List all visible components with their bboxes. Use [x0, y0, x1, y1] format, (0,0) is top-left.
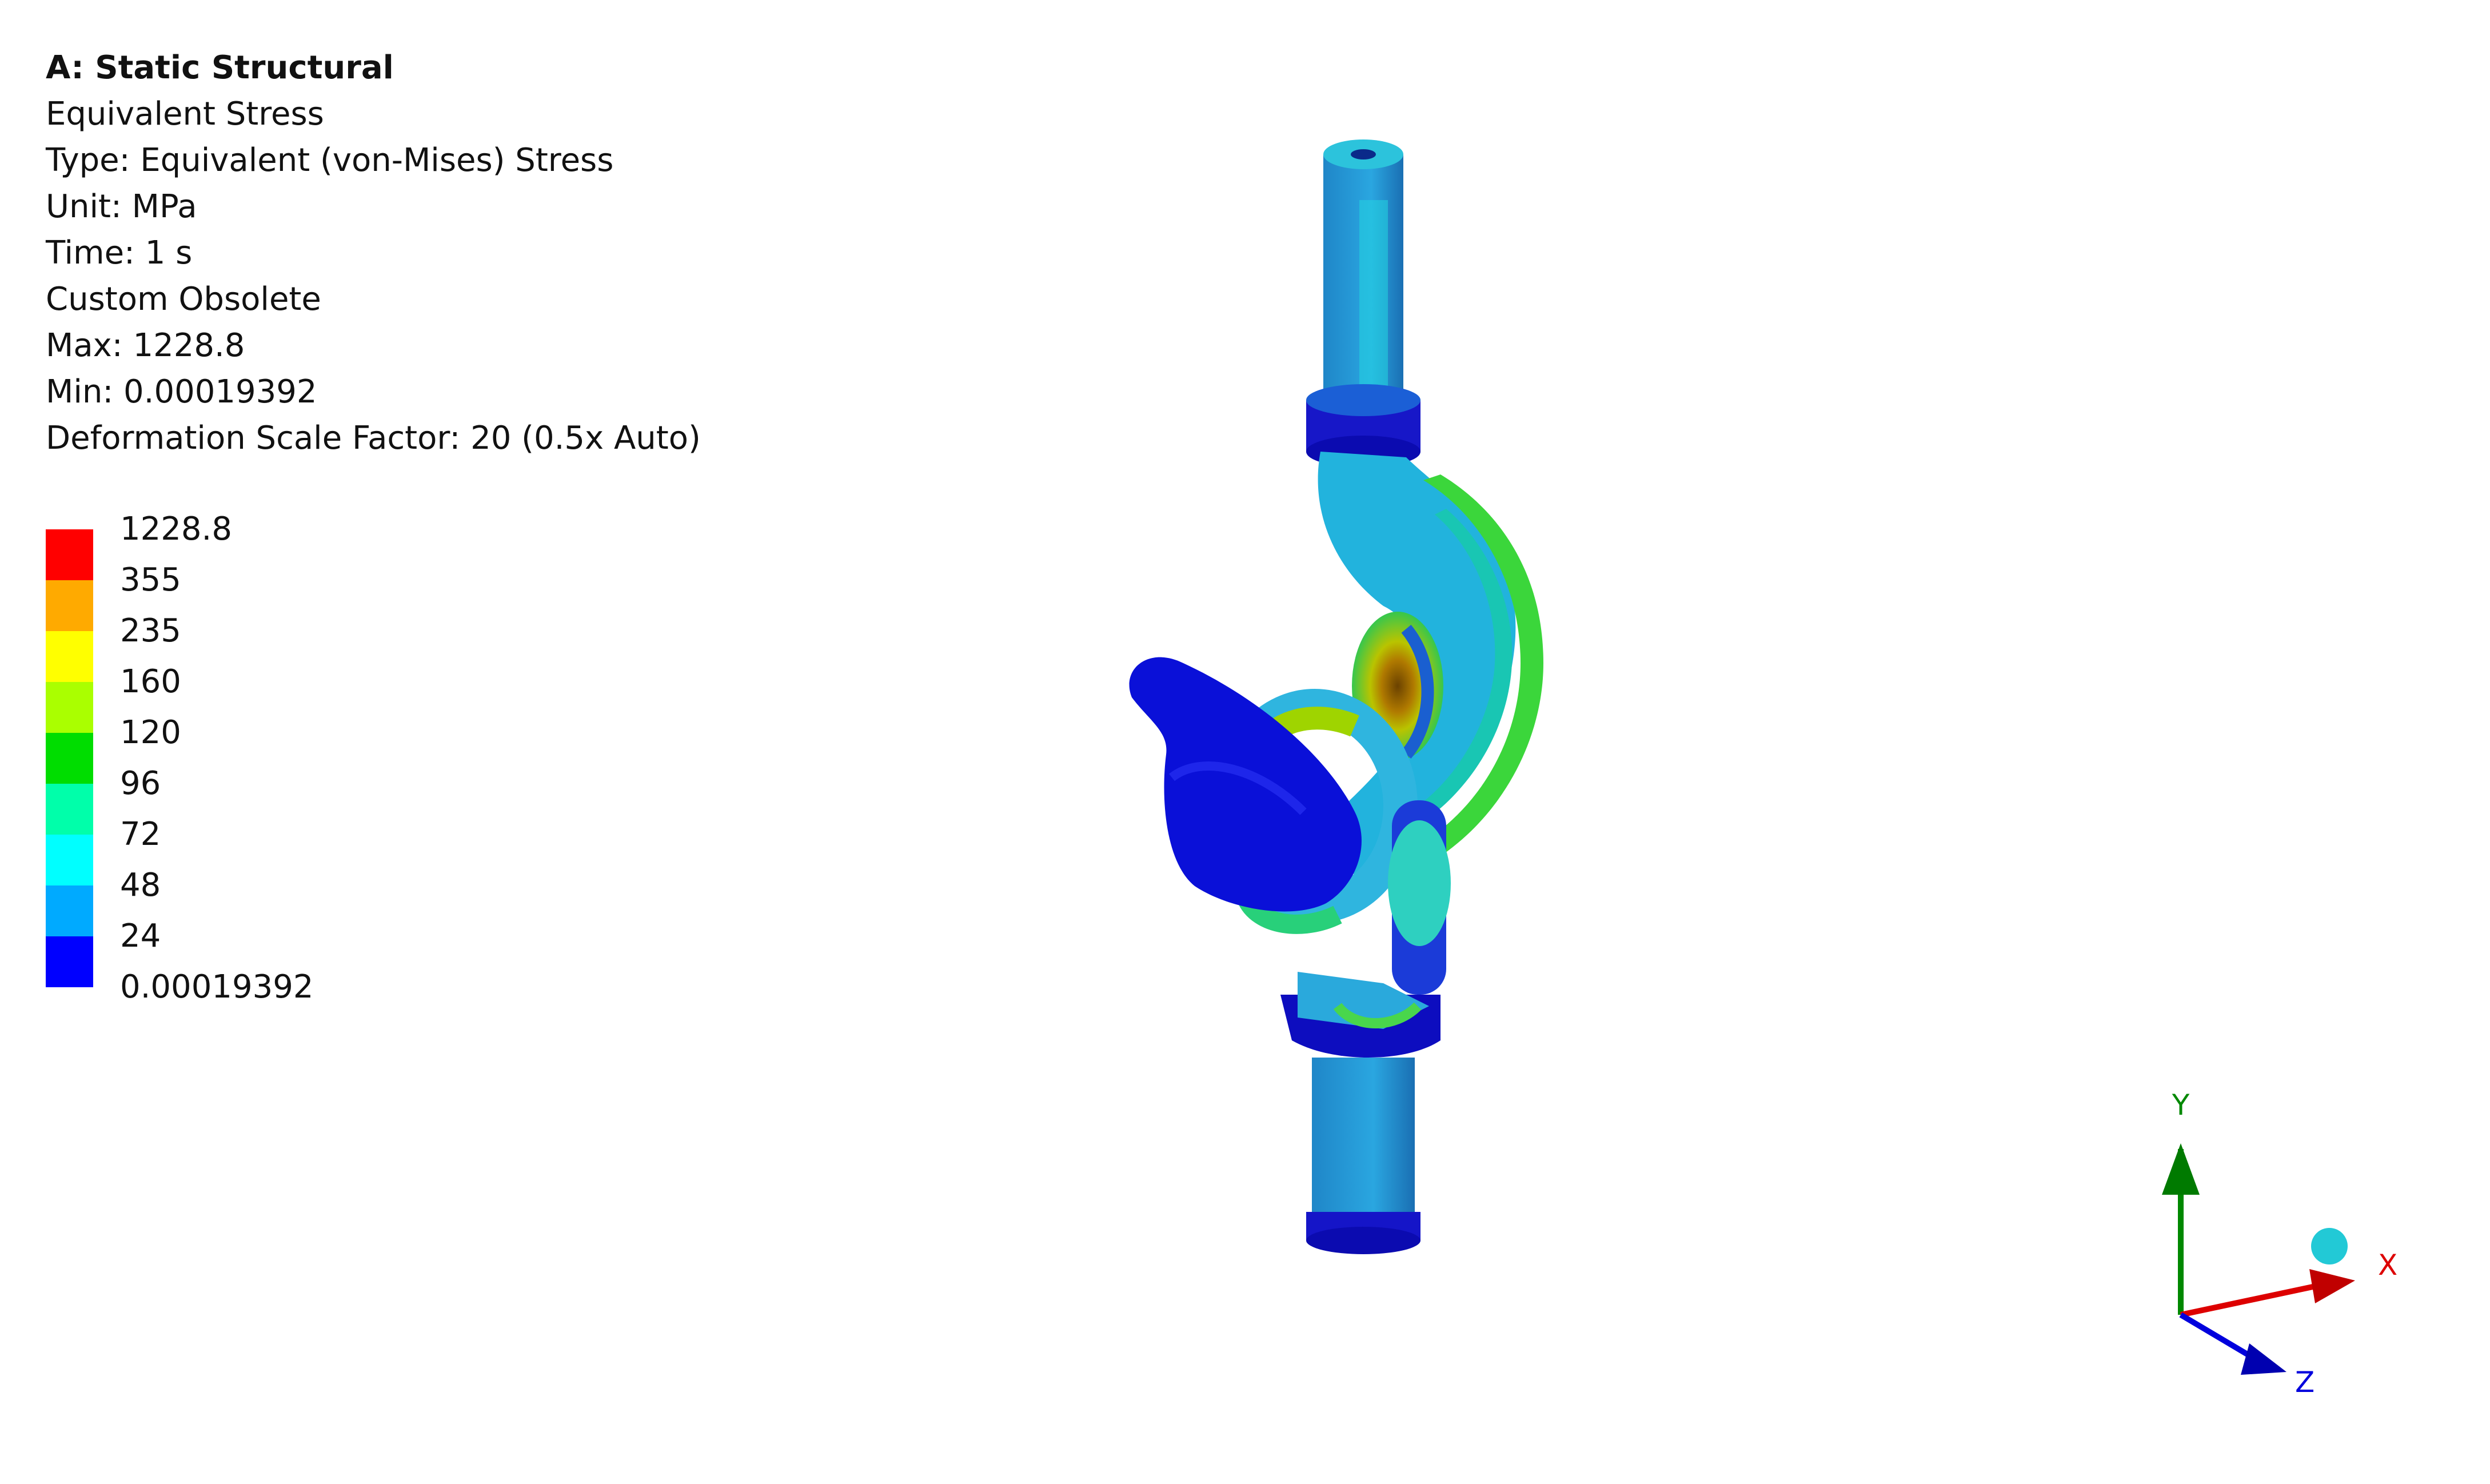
legend-swatch-1	[46, 529, 93, 580]
result-type: Type: Equivalent (von-Mises) Stress	[46, 142, 614, 179]
legend-level: 0.00019392	[120, 968, 314, 1006]
view-sphere-icon[interactable]	[2311, 1228, 2348, 1264]
y-axis-label: Y	[2172, 1088, 2190, 1122]
legend-swatch-6	[46, 784, 93, 835]
deformation-scale: Deformation Scale Factor: 20 (0.5x Auto)	[46, 420, 701, 457]
legend-level: 355	[120, 561, 181, 599]
y-axis-arrow	[2162, 1143, 2200, 1315]
legend-swatch-7	[46, 835, 93, 885]
result-name: Equivalent Stress	[46, 95, 324, 133]
legend-swatch-5	[46, 733, 93, 784]
result-time: Time: 1 s	[46, 234, 193, 272]
x-axis-label: X	[2378, 1248, 2397, 1282]
legend-swatch-9	[46, 936, 93, 987]
legend-swatch-2	[46, 580, 93, 631]
model-viewport[interactable]	[1086, 114, 1658, 1343]
legend-level: 1228.8	[120, 510, 232, 548]
analysis-title: A: Static Structural	[46, 49, 394, 86]
legend-level: 96	[120, 765, 161, 802]
result-unit: Unit: MPa	[46, 188, 197, 225]
lower-shaft	[1306, 1058, 1420, 1254]
legend-swatch-3	[46, 631, 93, 682]
legend-level: 24	[120, 917, 161, 955]
legend-swatch-4	[46, 682, 93, 733]
coordinate-triad[interactable]: Y X Z	[2115, 1058, 2458, 1412]
z-axis-arrow	[2179, 1312, 2287, 1375]
legend-swatch-8	[46, 885, 93, 936]
legend-level: 48	[120, 867, 161, 904]
legend-level: 72	[120, 816, 161, 853]
legend-level: 235	[120, 612, 181, 649]
max-value: Max: 1228.8	[46, 327, 245, 364]
legend-level: 120	[120, 714, 181, 751]
legend-mode: Custom Obsolete	[46, 281, 321, 318]
x-axis-arrow	[2180, 1269, 2355, 1318]
legend-level: 160	[120, 663, 181, 700]
min-value: Min: 0.00019392	[46, 373, 317, 410]
result-info: A: Static Structural Equivalent Stress T…	[46, 45, 701, 461]
contour-legend[interactable]: 1228.8 355 235 160 120 96 72 48 24 0.000…	[46, 512, 389, 1032]
z-axis-label: Z	[2295, 1366, 2315, 1399]
